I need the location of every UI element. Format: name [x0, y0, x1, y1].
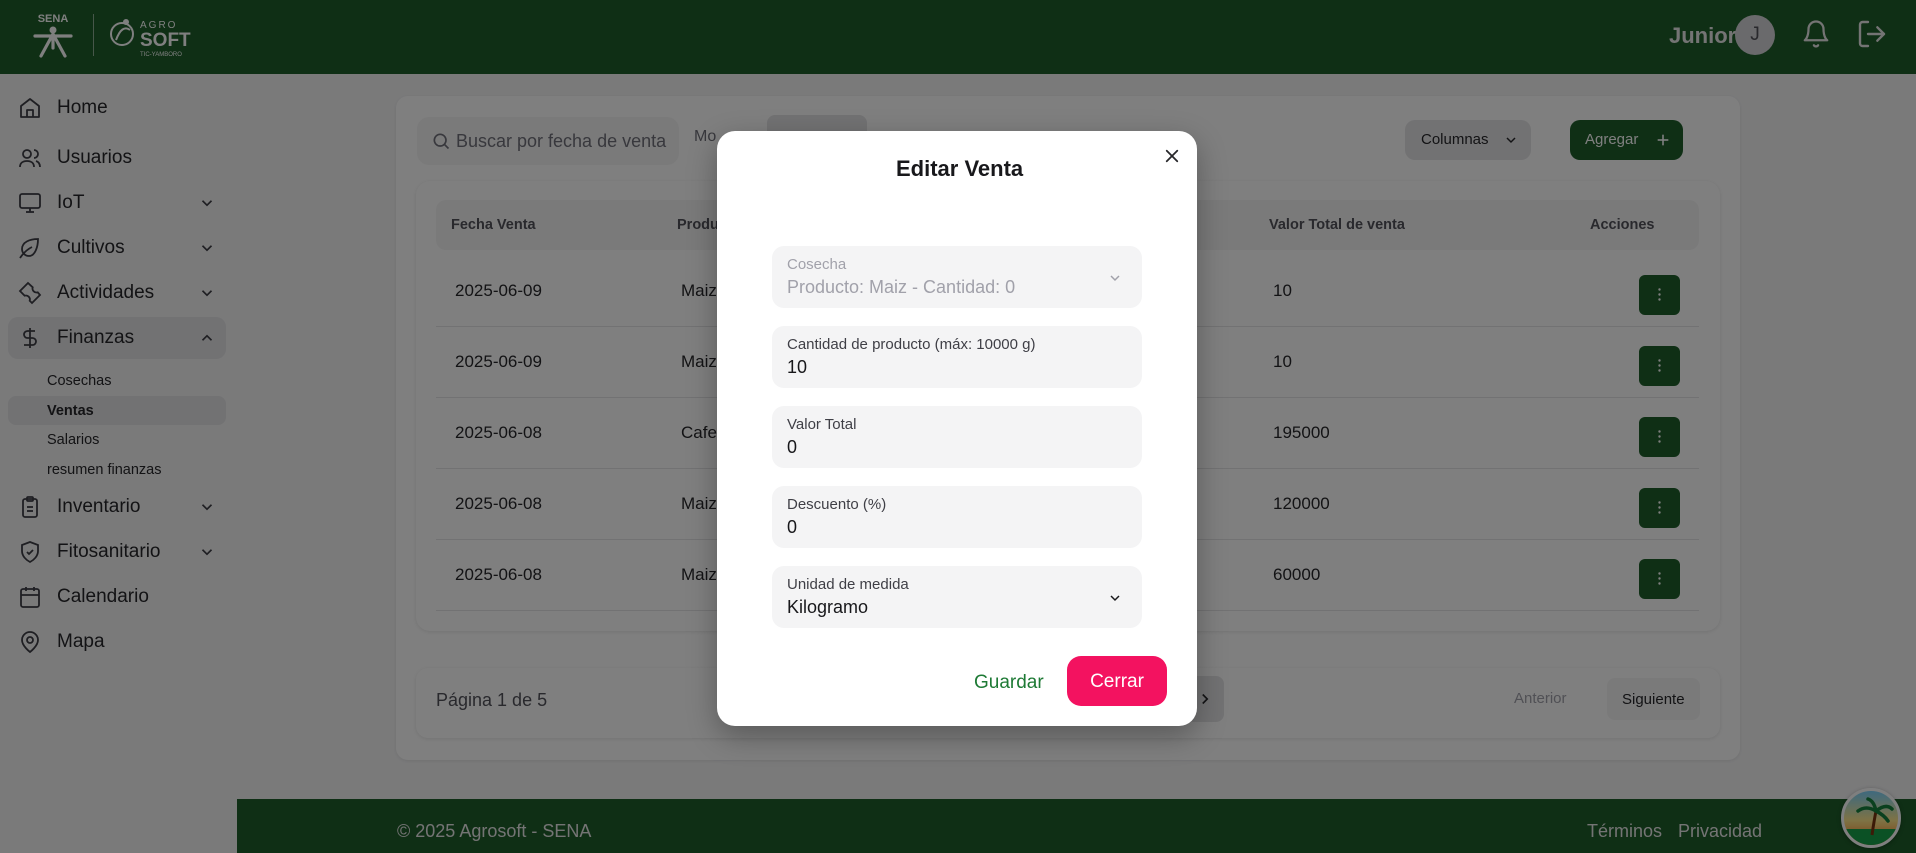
cantidad-field[interactable]: Cantidad de producto (máx: 10000 g) 10 [772, 326, 1142, 388]
field-label: Descuento (%) [787, 496, 887, 513]
close-button-label: Cerrar [1090, 671, 1144, 692]
save-button[interactable]: Guardar [974, 672, 1044, 694]
cosecha-select[interactable]: Cosecha Producto: Maiz - Cantidad: 0 [772, 246, 1142, 308]
field-label: Valor Total [787, 416, 857, 433]
field-value: Producto: Maiz - Cantidad: 0 [787, 277, 1016, 297]
field-label: Cantidad de producto (máx: 10000 g) [787, 336, 1036, 353]
field-value: Kilogramo [787, 597, 869, 617]
field-label: Cosecha [787, 256, 847, 273]
field-label: Unidad de medida [787, 576, 909, 593]
unidad-medida-select[interactable]: Unidad de medida Kilogramo [772, 566, 1142, 628]
valor-total-field[interactable]: Valor Total 0 [772, 406, 1142, 468]
field-value: 0 [787, 517, 798, 537]
field-value: 0 [787, 437, 798, 457]
chevron-down-icon [1110, 595, 1120, 602]
chevron-down-icon [1110, 275, 1120, 282]
field-value: 10 [787, 357, 808, 377]
close-icon[interactable] [1163, 147, 1181, 165]
descuento-field[interactable]: Descuento (%) 0 [772, 486, 1142, 548]
close-button[interactable]: Cerrar [1067, 656, 1167, 706]
modal-title-text: Editar Venta [896, 156, 1024, 181]
